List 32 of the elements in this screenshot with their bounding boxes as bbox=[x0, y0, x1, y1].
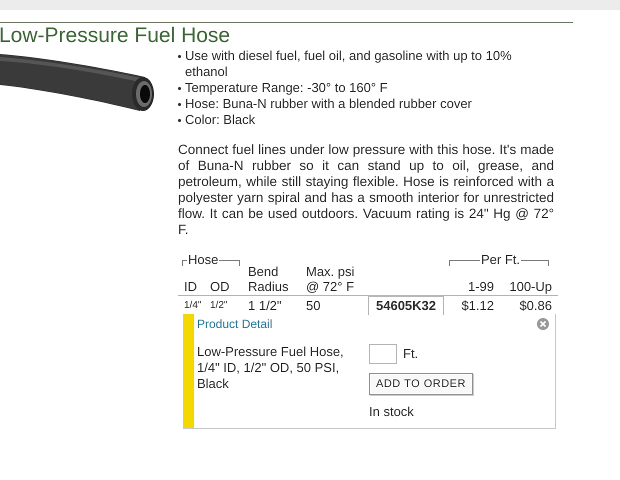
column-header: OD bbox=[210, 279, 230, 294]
add-to-order-button[interactable]: ADD TO ORDER bbox=[369, 373, 473, 395]
bullet-icon bbox=[178, 119, 181, 122]
bullet-icon bbox=[178, 103, 181, 106]
column-header: @ 72° F bbox=[306, 279, 356, 294]
close-icon[interactable] bbox=[537, 318, 549, 330]
detail-heading: Product Detail bbox=[197, 316, 272, 332]
column-header: Radius bbox=[248, 279, 290, 294]
column-header: ID bbox=[184, 279, 198, 294]
feature-text: Hose: Buna-N rubber with a blended rubber cover bbox=[185, 96, 473, 112]
column-header: Bend bbox=[248, 264, 280, 279]
table-cell-text: 50 bbox=[306, 298, 322, 315]
table-cell-text: $0.86 bbox=[518, 298, 552, 315]
column-header: 100-Up bbox=[508, 279, 552, 294]
table-cell-text: 1/2" bbox=[210, 299, 228, 313]
product-summary: Low-Pressure Fuel Hose, 1/4" ID, 1/2" OD, 50 PSI, Black bbox=[197, 344, 345, 393]
unit-label: Ft. bbox=[403, 346, 418, 362]
table-cell-text: $1.12 bbox=[460, 298, 494, 315]
part-number-tab[interactable]: 54605K32 bbox=[368, 296, 444, 315]
feature-text: Color: Black bbox=[185, 112, 256, 128]
feature-text: Temperature Range: -30° to 160° F bbox=[185, 80, 389, 96]
feature-text: Use with diesel fuel, fuel oil, and gasoline with up to 10% ethanol bbox=[185, 48, 513, 80]
bullet-icon bbox=[178, 87, 181, 90]
table-cell-text: 1 1/2" bbox=[248, 298, 283, 315]
column-header: 1-99 bbox=[466, 279, 494, 294]
table-cell-text: 1/4" bbox=[183, 299, 202, 313]
product-description: Connect fuel lines under low pressure with this hose. It's made of Buna-N rubber so it can stand up to oil, grease, and petroleum, while still staying flexible. Hose is reinforced with a polyester yarn spiral and has a smooth interior for unrestricted flow. It can be used outdoors. Vacuum rating is 24" Hg @ 72° F. bbox=[178, 142, 555, 238]
stock-status: In stock bbox=[369, 404, 414, 420]
quantity-field[interactable] bbox=[369, 344, 397, 364]
column-header: Max. psi bbox=[306, 264, 356, 279]
bullet-icon bbox=[178, 55, 181, 58]
product-title: Low-Pressure Fuel Hose bbox=[0, 25, 230, 47]
